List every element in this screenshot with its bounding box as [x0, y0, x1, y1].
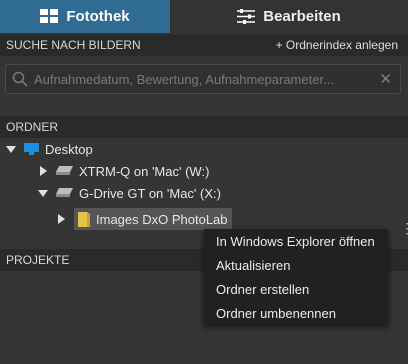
panel-resize-handle[interactable]: ⋮ [400, 220, 408, 237]
menu-item-rename-folder[interactable]: Ordner umbenennen [204, 301, 388, 325]
menu-item-open-in-explorer[interactable]: In Windows Explorer öffnen [204, 229, 388, 253]
clear-icon[interactable]: ✕ [379, 70, 392, 88]
folder-icon [78, 211, 90, 227]
context-menu: In Windows Explorer öffnen Aktualisieren… [204, 229, 388, 325]
add-folder-index-button[interactable]: + Ordnerindex anlegen [276, 34, 398, 56]
folders-section-header: ORDNER [0, 116, 408, 138]
tab-bearbeiten[interactable]: Bearbeiten [170, 0, 408, 33]
drive-icon [56, 166, 73, 175]
tab-bearbeiten-label: Bearbeiten [263, 8, 341, 25]
tree-item-g-drive[interactable]: G-Drive GT on 'Mac' (X:) [38, 182, 221, 204]
library-icon [40, 9, 59, 23]
menu-item-create-folder[interactable]: Ordner erstellen [204, 277, 388, 301]
search-icon [12, 71, 28, 87]
folders-section-title: ORDNER [6, 120, 59, 134]
search-section-title: SUCHE NACH BILDERN [6, 38, 141, 52]
sliders-icon [237, 9, 256, 24]
tree-item-label: XTRM-Q on 'Mac' (W:) [79, 163, 210, 179]
collapsed-arrow-icon[interactable] [38, 166, 48, 176]
tab-fotothek[interactable]: Fotothek [0, 0, 170, 33]
selected-folder-highlight: Images DxO PhotoLab [74, 208, 232, 230]
top-tabs: Fotothek Bearbeiten [0, 0, 408, 33]
expanded-arrow-icon[interactable] [6, 144, 16, 154]
menu-item-refresh[interactable]: Aktualisieren [204, 253, 388, 277]
desktop-icon [24, 143, 39, 155]
tree-item-label: Desktop [45, 141, 93, 157]
tree-item-desktop[interactable]: Desktop [6, 138, 93, 160]
drive-icon [56, 188, 73, 197]
tree-item-xtrm-q[interactable]: XTRM-Q on 'Mac' (W:) [38, 160, 209, 182]
tree-item-label: G-Drive GT on 'Mac' (X:) [79, 185, 221, 201]
tree-item-label: Images DxO PhotoLab [96, 211, 228, 227]
projects-section-title: PROJEKTE [6, 253, 70, 267]
tree-item-images-dxo[interactable]: Images DxO PhotoLab [56, 208, 232, 230]
tab-fotothek-label: Fotothek [66, 8, 130, 25]
search-input[interactable] [34, 66, 374, 92]
collapsed-arrow-icon[interactable] [56, 214, 66, 224]
search-section-header: SUCHE NACH BILDERN + Ordnerindex anlegen [0, 34, 408, 56]
expanded-arrow-icon[interactable] [38, 188, 48, 198]
search-box: ✕ [5, 64, 401, 94]
